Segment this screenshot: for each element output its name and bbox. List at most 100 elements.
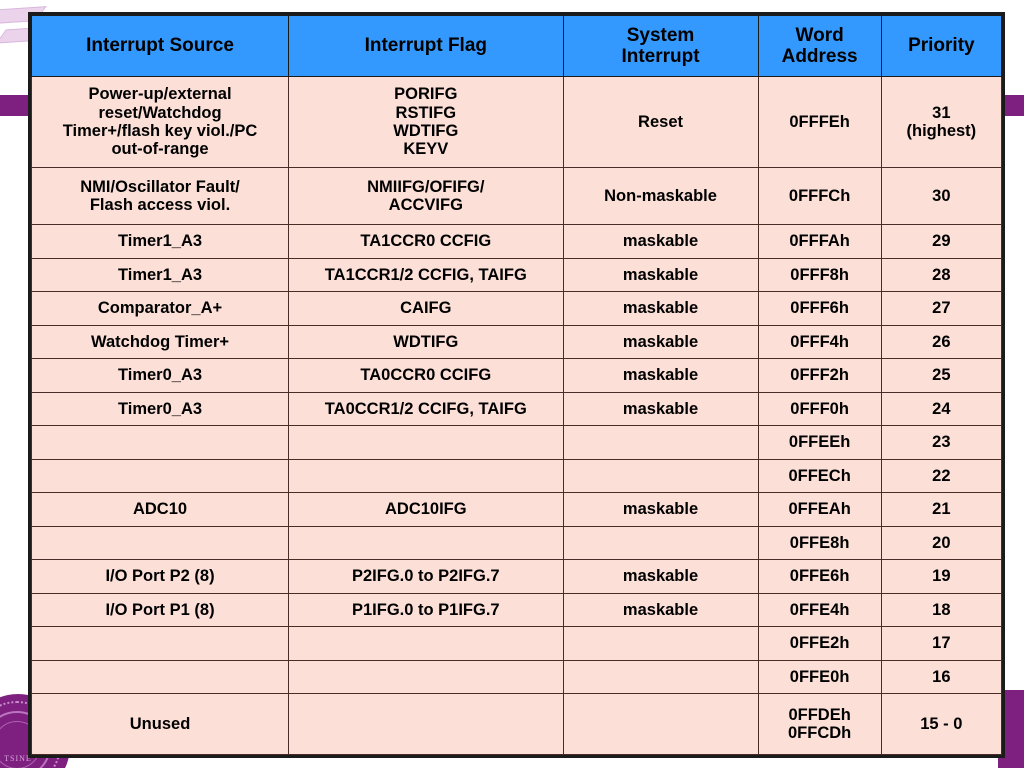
cell-priority: 25 bbox=[880, 358, 1003, 393]
cell-system-interrupt bbox=[562, 626, 759, 661]
cell-priority: 30 bbox=[880, 167, 1003, 225]
slide-canvas: TSINE Interrupt Source Interrupt Flag Sy… bbox=[0, 0, 1024, 768]
cell-interrupt-source bbox=[30, 425, 290, 460]
cell-interrupt-source bbox=[30, 458, 290, 493]
cell-word-address: 0FFFAh bbox=[757, 224, 882, 259]
cell-interrupt-flag: CAIFG bbox=[288, 291, 564, 326]
cell-priority: 23 bbox=[880, 425, 1003, 460]
cell-interrupt-source: NMI/Oscillator Fault/ Flash access viol. bbox=[30, 167, 290, 225]
cell-system-interrupt bbox=[562, 693, 759, 755]
cell-priority: 27 bbox=[880, 291, 1003, 326]
table-row: Timer0_A3 TA0CCR1/2 CCIFG, TAIFG maskable 0… bbox=[30, 391, 1003, 426]
cell-system-interrupt bbox=[562, 458, 759, 493]
table-row: 0FFEEh 23 bbox=[30, 425, 1003, 460]
table-row: Timer1_A3 TA1CCR1/2 CCFIG, TAIFG maskable 0… bbox=[30, 257, 1003, 292]
table-row: Power-up/external reset/Watchdog Timer+/… bbox=[30, 76, 1003, 168]
cell-interrupt-flag bbox=[288, 659, 564, 694]
cell-word-address: 0FFE4h bbox=[757, 592, 882, 627]
cell-word-address: 0FFEEh bbox=[757, 425, 882, 460]
cell-interrupt-source bbox=[30, 659, 290, 694]
cell-interrupt-flag: TA1CCR1/2 CCFIG, TAIFG bbox=[288, 257, 564, 292]
cell-interrupt-flag: NMIIFG/OFIFG/ ACCVIFG bbox=[288, 167, 564, 225]
cell-system-interrupt: maskable bbox=[562, 257, 759, 292]
table-row: Unused 0FFDEh 0FFCDh 15 - 0 bbox=[30, 693, 1003, 755]
cell-priority: 21 bbox=[880, 492, 1003, 527]
cell-interrupt-source: Power-up/external reset/Watchdog Timer+/… bbox=[30, 76, 290, 168]
cell-interrupt-source: I/O Port P1 (8) bbox=[30, 592, 290, 627]
cell-word-address: 0FFEAh bbox=[757, 492, 882, 527]
cell-interrupt-source bbox=[30, 626, 290, 661]
cell-interrupt-flag bbox=[288, 693, 564, 755]
cell-interrupt-source: Comparator_A+ bbox=[30, 291, 290, 326]
table-row: Timer1_A3 TA1CCR0 CCFIG maskable 0FFFAh 29 bbox=[30, 224, 1003, 259]
cell-system-interrupt bbox=[562, 525, 759, 560]
cell-priority: 26 bbox=[880, 324, 1003, 359]
interrupt-vector-table-container: Interrupt Source Interrupt Flag System I… bbox=[28, 12, 1005, 758]
cell-system-interrupt: maskable bbox=[562, 391, 759, 426]
cell-word-address: 0FFDEh 0FFCDh bbox=[757, 693, 882, 755]
cell-priority: 16 bbox=[880, 659, 1003, 694]
cell-word-address: 0FFF4h bbox=[757, 324, 882, 359]
column-header-interrupt-flag: Interrupt Flag bbox=[288, 15, 564, 77]
cell-system-interrupt bbox=[562, 659, 759, 694]
cell-interrupt-source: Timer1_A3 bbox=[30, 257, 290, 292]
cell-interrupt-source: I/O Port P2 (8) bbox=[30, 559, 290, 594]
table-row: Comparator_A+ CAIFG maskable 0FFF6h 27 bbox=[30, 291, 1003, 326]
cell-interrupt-flag: P2IFG.0 to P2IFG.7 bbox=[288, 559, 564, 594]
cell-word-address: 0FFE8h bbox=[757, 525, 882, 560]
cell-system-interrupt: Non-maskable bbox=[562, 167, 759, 225]
cell-priority: 20 bbox=[880, 525, 1003, 560]
cell-interrupt-flag bbox=[288, 458, 564, 493]
cell-priority: 24 bbox=[880, 391, 1003, 426]
table-row: ADC10 ADC10IFG maskable 0FFEAh 21 bbox=[30, 492, 1003, 527]
table-row: Watchdog Timer+ WDTIFG maskable 0FFF4h 26 bbox=[30, 324, 1003, 359]
cell-system-interrupt: maskable bbox=[562, 224, 759, 259]
cell-interrupt-flag: WDTIFG bbox=[288, 324, 564, 359]
table-row: 0FFE0h 16 bbox=[30, 659, 1003, 694]
header-row: Interrupt Source Interrupt Flag System I… bbox=[30, 15, 1003, 77]
cell-word-address: 0FFF0h bbox=[757, 391, 882, 426]
table-row: Timer0_A3 TA0CCR0 CCIFG maskable 0FFF2h 25 bbox=[30, 358, 1003, 393]
table-header: Interrupt Source Interrupt Flag System I… bbox=[30, 15, 1003, 77]
cell-priority: 17 bbox=[880, 626, 1003, 661]
column-header-system-interrupt: System Interrupt bbox=[562, 15, 759, 77]
cell-priority: 18 bbox=[880, 592, 1003, 627]
table-row: 0FFECh 22 bbox=[30, 458, 1003, 493]
cell-interrupt-source: Timer0_A3 bbox=[30, 358, 290, 393]
cell-system-interrupt: maskable bbox=[562, 291, 759, 326]
cell-interrupt-source: Timer1_A3 bbox=[30, 224, 290, 259]
interrupt-vector-table: Interrupt Source Interrupt Flag System I… bbox=[30, 15, 1003, 755]
cell-interrupt-flag: PORIFG RSTIFG WDTIFG KEYV bbox=[288, 76, 564, 168]
table-body: Power-up/external reset/Watchdog Timer+/… bbox=[30, 76, 1003, 755]
cell-priority: 29 bbox=[880, 224, 1003, 259]
cell-interrupt-flag bbox=[288, 425, 564, 460]
cell-interrupt-source: Unused bbox=[30, 693, 290, 755]
cell-priority: 31 (highest) bbox=[880, 76, 1003, 168]
column-header-interrupt-source: Interrupt Source bbox=[30, 15, 290, 77]
cell-word-address: 0FFF2h bbox=[757, 358, 882, 393]
cell-interrupt-source: Timer0_A3 bbox=[30, 391, 290, 426]
cell-interrupt-flag bbox=[288, 626, 564, 661]
cell-interrupt-flag: P1IFG.0 to P1IFG.7 bbox=[288, 592, 564, 627]
table-row: 0FFE2h 17 bbox=[30, 626, 1003, 661]
cell-word-address: 0FFE2h bbox=[757, 626, 882, 661]
cell-system-interrupt: maskable bbox=[562, 592, 759, 627]
table-row: NMI/Oscillator Fault/ Flash access viol.… bbox=[30, 167, 1003, 225]
cell-system-interrupt bbox=[562, 425, 759, 460]
cell-priority: 28 bbox=[880, 257, 1003, 292]
cell-interrupt-source: ADC10 bbox=[30, 492, 290, 527]
column-header-word-address: Word Address bbox=[757, 15, 882, 77]
table-row: I/O Port P2 (8) P2IFG.0 to P2IFG.7 maskabl… bbox=[30, 559, 1003, 594]
cell-priority: 19 bbox=[880, 559, 1003, 594]
cell-word-address: 0FFFEh bbox=[757, 76, 882, 168]
cell-interrupt-flag: TA1CCR0 CCFIG bbox=[288, 224, 564, 259]
cell-system-interrupt: maskable bbox=[562, 358, 759, 393]
cell-word-address: 0FFF8h bbox=[757, 257, 882, 292]
cell-system-interrupt: maskable bbox=[562, 324, 759, 359]
cell-system-interrupt: maskable bbox=[562, 492, 759, 527]
cell-interrupt-flag: ADC10IFG bbox=[288, 492, 564, 527]
cell-priority: 15 - 0 bbox=[880, 693, 1003, 755]
table-row: 0FFE8h 20 bbox=[30, 525, 1003, 560]
cell-interrupt-source bbox=[30, 525, 290, 560]
cell-system-interrupt: maskable bbox=[562, 559, 759, 594]
